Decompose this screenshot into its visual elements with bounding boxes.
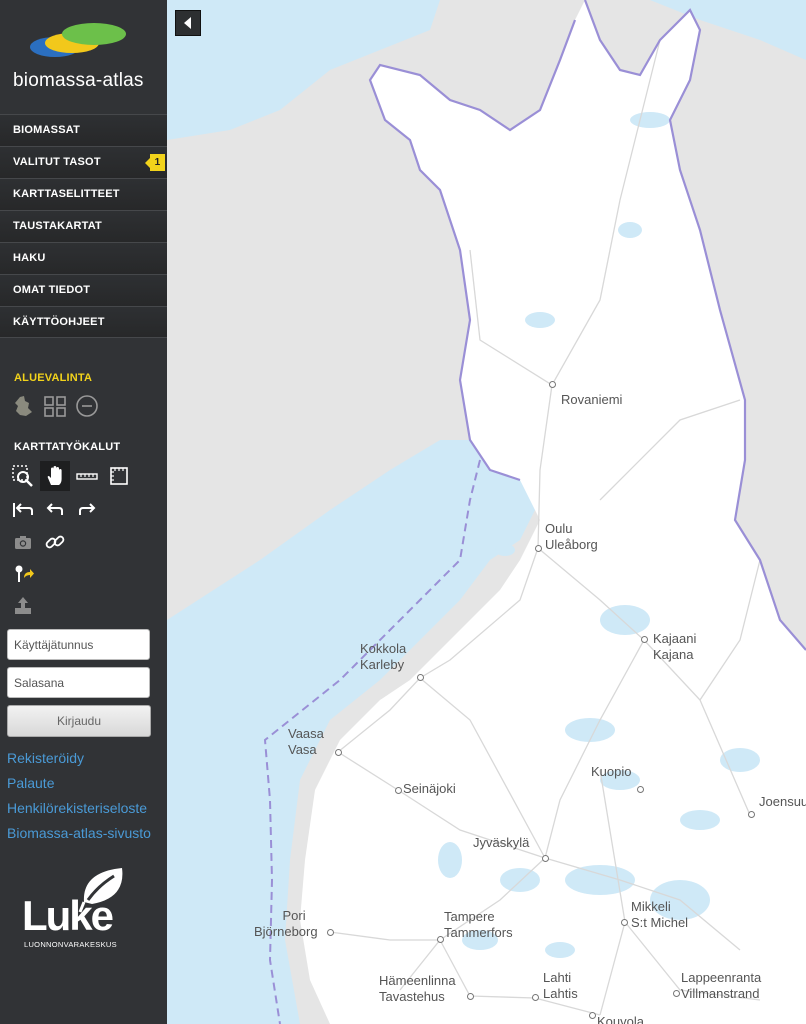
measure-area-button[interactable] xyxy=(104,462,134,490)
city-label-vaasa: Vaasa Vasa xyxy=(288,726,324,757)
luke-brand-name: Luke xyxy=(22,892,114,939)
area-measure-icon xyxy=(110,467,128,485)
main-menu: BIOMASSAT VALITUT TASOT 1 KARTTASELITTEET… xyxy=(0,114,167,338)
camera-icon xyxy=(15,536,31,549)
city-label-kajaani: Kajaani Kajana xyxy=(653,631,697,662)
luke-brand-subtitle: LUONNONVARAKESKUS xyxy=(24,940,117,949)
menu-item-label: TAUSTAKARTAT xyxy=(13,220,102,232)
undo-icon xyxy=(46,503,63,515)
register-link[interactable]: Rekisteröidy xyxy=(7,750,84,766)
logo-text: biomassa-atlas xyxy=(13,70,144,91)
zoom-extent-button[interactable] xyxy=(8,495,38,523)
menu-item-valitut-tasot[interactable]: VALITUT TASOT 1 xyxy=(0,146,167,178)
city-marker xyxy=(549,381,556,388)
city-label-lahti: Lahti Lahtis xyxy=(543,970,578,1001)
pin-share-icon xyxy=(15,565,34,582)
map-view[interactable]: Rovaniemi Oulu Uleåborg Kajaani Kajana Kok… xyxy=(167,0,806,1024)
city-label-mikkeli: Mikkeli S:t Michel xyxy=(631,899,689,930)
map-tools-title: KARTTATYÖKALUT xyxy=(14,441,121,453)
city-marker xyxy=(673,990,680,997)
city-label-pori: Pori Björneborg xyxy=(254,908,318,939)
circle-select-icon xyxy=(76,395,98,417)
city-marker xyxy=(327,929,334,936)
city-label-joensuu: Joensuu xyxy=(759,794,806,809)
measure-ruler-icon xyxy=(76,473,98,480)
zoom-extent-icon xyxy=(13,503,33,517)
place-marker-button[interactable] xyxy=(8,560,38,588)
selected-layers-count-badge: 1 xyxy=(145,154,165,171)
privacy-policy-link[interactable]: Henkilörekisteriseloste xyxy=(7,800,147,816)
city-marker xyxy=(532,994,539,1001)
redo-button[interactable] xyxy=(72,495,102,523)
menu-item-label: KARTTASELITTEET xyxy=(13,188,120,200)
city-label-kokkola: Kokkola Karleby xyxy=(360,641,407,672)
username-input[interactable] xyxy=(7,629,150,660)
area-selection-title: ALUEVALINTA xyxy=(14,372,93,384)
measure-distance-button[interactable] xyxy=(72,462,102,490)
menu-item-biomassat[interactable]: BIOMASSAT xyxy=(0,114,167,146)
zoom-box-button[interactable] xyxy=(8,462,38,490)
share-link-button[interactable] xyxy=(40,528,70,556)
menu-item-label: VALITUT TASOT xyxy=(13,156,101,168)
city-marker xyxy=(637,786,644,793)
pan-button[interactable] xyxy=(40,461,70,491)
city-label-oulu: Oulu Uleåborg xyxy=(545,521,598,552)
screenshot-button[interactable] xyxy=(8,528,38,556)
menu-item-karttaselitteet[interactable]: KARTTASELITTEET xyxy=(0,178,167,210)
circle-select-button[interactable] xyxy=(72,392,102,420)
undo-button[interactable] xyxy=(40,495,70,523)
collapse-sidebar-button[interactable] xyxy=(175,10,201,36)
city-marker xyxy=(535,545,542,552)
city-marker xyxy=(589,1012,596,1019)
menu-item-label: BIOMASSAT xyxy=(13,124,80,136)
zoom-box-icon xyxy=(12,465,33,487)
grid-select-icon xyxy=(44,396,66,417)
city-label-tampere: Tampere Tammerfors xyxy=(444,909,513,940)
city-marker xyxy=(621,919,628,926)
city-label-kouvola: Kouvola xyxy=(597,1014,644,1024)
biomassa-atlas-site-link[interactable]: Biomassa-atlas-sivusto xyxy=(7,825,151,841)
biomassa-atlas-logo[interactable]: biomassa-atlas xyxy=(0,0,167,114)
link-icon xyxy=(45,535,65,549)
grid-select-button[interactable] xyxy=(40,392,70,420)
redo-icon xyxy=(79,503,96,515)
city-label-rovaniemi: Rovaniemi xyxy=(561,392,623,407)
city-marker xyxy=(748,811,755,818)
finland-region-select-button[interactable] xyxy=(8,392,38,420)
menu-item-label: OMAT TIEDOT xyxy=(13,284,91,296)
city-marker xyxy=(467,993,474,1000)
city-label-jyvaskyla: Jyväskylä xyxy=(473,835,530,850)
city-marker xyxy=(417,674,424,681)
city-label-lappeenranta: Lappeenranta Villmanstrand xyxy=(681,970,762,1001)
luke-logo[interactable]: Luke LUONNONVARAKESKUS xyxy=(20,862,140,952)
upload-button[interactable] xyxy=(8,592,38,620)
finland-map xyxy=(167,0,806,1024)
feedback-link[interactable]: Palaute xyxy=(7,775,54,791)
menu-item-omat-tiedot[interactable]: OMAT TIEDOT xyxy=(0,274,167,306)
city-label-seinajoki: Seinäjoki xyxy=(403,781,456,796)
menu-item-label: HAKU xyxy=(13,252,46,264)
password-input[interactable] xyxy=(7,667,150,698)
city-marker xyxy=(437,936,444,943)
city-marker xyxy=(335,749,342,756)
sidebar: biomassa-atlas BIOMASSAT VALITUT TASOT 1 … xyxy=(0,0,167,1024)
menu-item-kayttoohjeet[interactable]: KÄYTTÖOHJEET xyxy=(0,306,167,338)
finland-region-icon xyxy=(15,396,32,416)
city-marker xyxy=(641,636,648,643)
menu-item-label: KÄYTTÖOHJEET xyxy=(13,316,105,328)
city-label-kuopio: Kuopio xyxy=(591,764,632,779)
menu-item-taustakartat[interactable]: TAUSTAKARTAT xyxy=(0,210,167,242)
chevron-left-icon xyxy=(184,17,191,29)
city-marker xyxy=(542,855,549,862)
menu-item-haku[interactable]: HAKU xyxy=(0,242,167,274)
upload-icon xyxy=(15,597,31,614)
biomassa-logo-icon xyxy=(30,23,126,57)
login-button[interactable]: Kirjaudu xyxy=(7,705,151,737)
pan-hand-icon xyxy=(47,466,62,485)
city-label-hameenlinna: Hämeenlinna Tavastehus xyxy=(379,973,456,1004)
city-marker xyxy=(395,787,402,794)
